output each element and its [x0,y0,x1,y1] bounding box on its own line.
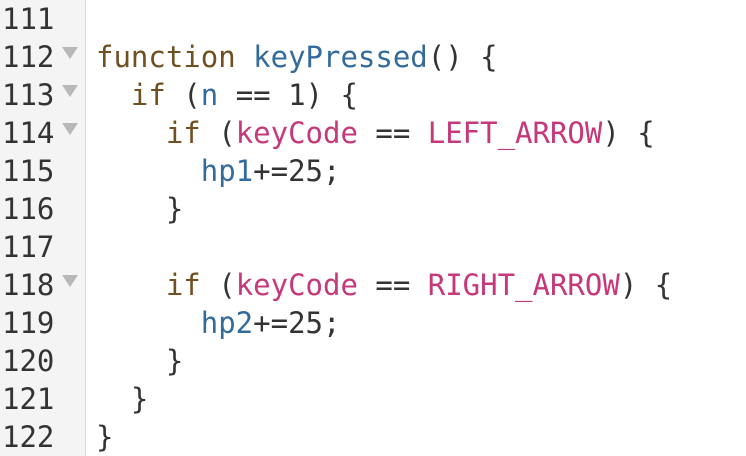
line-number-text: 115 [2,154,55,188]
variable: keyCode [235,116,358,150]
line-number-text: 121 [2,382,55,416]
code-line-116[interactable]: } [96,190,183,228]
line-number-text: 120 [2,344,55,378]
code-editor[interactable]: 111 112 113 114 115 116 117 118 119 120 … [0,0,746,456]
if-keyword: if [165,268,201,302]
variable: hp1 [200,154,254,188]
line-number: 121 [0,380,86,418]
line-number: 118 [0,266,86,304]
variable: keyCode [235,268,358,302]
code-line-114[interactable]: if (keyCode == LEFT_ARROW) { [96,114,655,152]
code-text: } [96,382,149,416]
function-keyword: function [96,40,236,74]
constant: RIGHT_ARROW [427,268,620,302]
line-number: 114 [0,114,86,152]
code-text: ) { [602,116,655,150]
line-number: 115 [0,152,86,190]
code-text: ( [200,116,236,150]
code-line-113[interactable]: if (n == 1) { [96,76,358,114]
line-number: 119 [0,304,86,342]
code-line-119[interactable]: hp2+=25; [96,304,341,342]
line-number: 112 [0,38,86,76]
code-text: ( [200,268,236,302]
code-text: } [96,192,184,226]
line-number: 120 [0,342,86,380]
line-number: 122 [0,418,86,456]
fold-arrow-icon[interactable] [62,47,78,59]
fold-arrow-icon[interactable] [62,275,78,287]
constant: LEFT_ARROW [427,116,603,150]
code-line-115[interactable]: hp1+=25; [96,152,341,190]
code-line-121[interactable]: } [96,380,148,418]
line-number: 117 [0,228,86,266]
line-number-gutter: 111 112 113 114 115 116 117 118 119 120 … [0,0,86,456]
line-number-text: 111 [2,2,55,36]
fold-arrow-icon[interactable] [62,123,78,135]
function-name: keyPressed [253,40,428,74]
code-text: +=25; [253,154,341,188]
variable: n [200,78,219,112]
fold-arrow-icon[interactable] [62,85,78,97]
line-number-text: 116 [2,192,55,226]
code-text: +=25; [253,306,341,340]
variable: hp2 [200,306,254,340]
line-number-text: 119 [2,306,55,340]
line-number: 113 [0,76,86,114]
line-number-text: 122 [2,420,55,454]
line-number: 116 [0,190,86,228]
if-keyword: if [165,116,201,150]
line-number-text: 112 [2,40,55,74]
code-text: ( [165,78,201,112]
line-number-text: 118 [2,268,55,302]
code-text: ) { [619,268,673,302]
code-area[interactable]: function keyPressed() { if (n == 1) { if… [86,0,746,456]
code-text: } [96,420,114,454]
code-line-120[interactable]: } [96,342,183,380]
code-line-118[interactable]: if (keyCode == RIGHT_ARROW) { [96,266,672,304]
operator: == [357,268,428,302]
code-line-112[interactable]: function keyPressed() { [96,38,498,76]
line-number-text: 114 [2,116,55,150]
if-keyword: if [130,78,166,112]
line-number: 111 [0,0,86,38]
code-text: } [96,344,184,378]
line-number-text: 117 [2,230,55,264]
operator: == [357,116,428,150]
code-text: () { [427,40,498,74]
code-line-122[interactable]: } [96,418,113,456]
line-number-text: 113 [2,78,55,112]
code-text: == 1) { [218,78,358,112]
